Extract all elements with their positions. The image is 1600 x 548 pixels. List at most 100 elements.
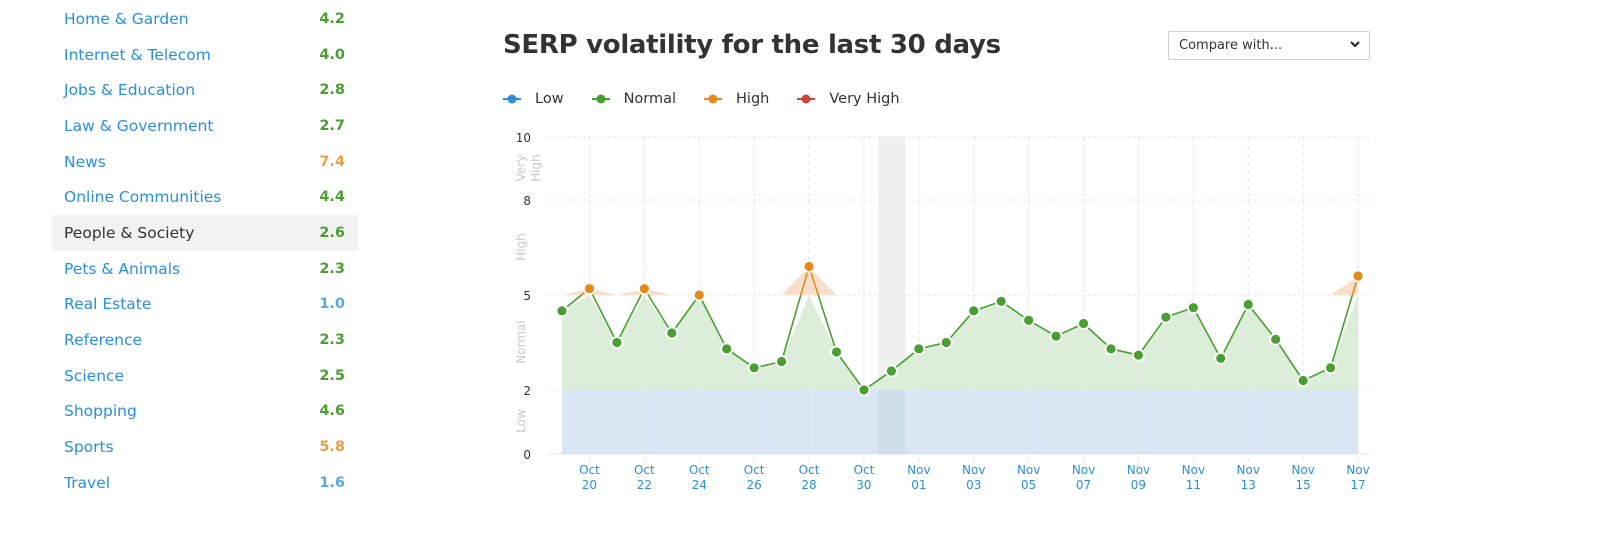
data-point: [747, 361, 761, 375]
series-segment: [918, 341, 947, 350]
legend-item[interactable]: High: [704, 91, 769, 107]
category-name[interactable]: Sports: [64, 438, 114, 456]
category-name[interactable]: Real Estate: [64, 295, 151, 313]
category-name[interactable]: Reference: [64, 331, 142, 349]
series-segment: [753, 360, 782, 369]
x-tick-label: Oct: [689, 463, 710, 477]
series-segment: [945, 310, 975, 344]
data-point: [720, 342, 734, 356]
category-item[interactable]: Reference 2.3: [52, 322, 358, 358]
data-point: [1159, 310, 1173, 324]
data-point: [1269, 332, 1283, 346]
category-score: 2.6: [319, 224, 345, 241]
chart-title: SERP volatility for the last 30 days: [503, 30, 1001, 60]
data-point: [1241, 298, 1255, 311]
category-name[interactable]: News: [64, 153, 106, 171]
category-item[interactable]: News 7.4: [52, 144, 358, 180]
series-segment: [808, 266, 819, 296]
data-point: [610, 336, 624, 349]
category-list: Home & Garden 4.2 Internet & Telecom 4.0 Job…: [52, 1, 358, 501]
compare-with-dropdown[interactable]: Compare with...: [1168, 31, 1370, 60]
category-item[interactable]: Sports 5.8: [52, 429, 358, 465]
category-score: 4.4: [319, 189, 345, 206]
category-name[interactable]: Shopping: [64, 402, 137, 420]
x-tick-label: Oct: [744, 463, 765, 477]
category-name[interactable]: Online Communities: [64, 188, 221, 206]
category-item[interactable]: Pets & Animals 2.3: [52, 251, 358, 287]
legend-item[interactable]: Normal: [591, 91, 676, 107]
category-score: 2.5: [319, 367, 345, 384]
category-item[interactable]: Home & Garden 4.2: [52, 1, 358, 37]
category-name[interactable]: People & Society: [64, 224, 194, 242]
x-tick-label: Nov: [1237, 463, 1260, 477]
data-point: [939, 336, 953, 349]
category-name[interactable]: Pets & Animals: [64, 260, 180, 278]
category-name[interactable]: Home & Garden: [64, 10, 189, 28]
y-tick-label: 10: [516, 131, 531, 145]
category-name[interactable]: Jobs & Education: [64, 81, 195, 99]
series-segment: [671, 294, 700, 334]
hover-column-low: [878, 390, 906, 454]
band-label: Low: [514, 409, 528, 433]
category-score: 7.4: [319, 153, 345, 170]
category-name[interactable]: Law & Government: [64, 117, 213, 135]
series-segment: [1275, 338, 1304, 381]
category-item[interactable]: Law & Government 2.7: [52, 108, 358, 144]
category-score: 1.0: [319, 296, 345, 313]
data-point: [885, 364, 898, 378]
category-item[interactable]: Internet & Telecom 4.0: [52, 37, 358, 73]
compare-with-label: Compare with...: [1179, 38, 1283, 53]
x-tick-label: Oct: [799, 463, 820, 477]
series-segment: [1351, 275, 1359, 296]
category-name[interactable]: Science: [64, 367, 124, 385]
data-point: [912, 342, 926, 356]
hover-column: [878, 137, 906, 454]
series-segment: [1165, 306, 1194, 318]
x-tick-label: Oct: [634, 463, 655, 477]
x-tick-label: 07: [1076, 478, 1091, 492]
data-point: [967, 304, 981, 318]
series-segment: [588, 288, 594, 296]
series-segment: [643, 288, 649, 296]
series-segment: [1220, 304, 1249, 359]
series-segment: [780, 294, 802, 362]
x-tick-label: 22: [637, 478, 652, 492]
series-segment: [973, 300, 1002, 312]
legend-item[interactable]: Low: [503, 91, 564, 107]
x-tick-label: 30: [856, 478, 871, 492]
x-tick-label: Oct: [854, 463, 875, 477]
data-point: [1022, 313, 1036, 327]
category-score: 4.2: [319, 10, 345, 27]
data-point: [1214, 351, 1228, 365]
band-label: Normal: [514, 320, 528, 363]
series-segment: [581, 288, 590, 296]
category-name[interactable]: Internet & Telecom: [64, 46, 211, 64]
x-tick-label: 24: [692, 478, 707, 492]
series-segment: [1247, 304, 1277, 340]
x-tick-label: 11: [1186, 478, 1201, 492]
data-point: [1077, 317, 1090, 330]
y-tick-label: 0: [523, 448, 531, 462]
legend-marker-icon: [797, 94, 816, 104]
x-tick-label: 13: [1241, 478, 1256, 492]
category-item[interactable]: Science 2.5: [52, 358, 358, 394]
category-item[interactable]: Travel 1.6: [52, 465, 358, 501]
x-tick-label: 26: [747, 478, 762, 492]
category-item[interactable]: Jobs & Education 2.8: [52, 72, 358, 108]
category-item[interactable]: Shopping 4.6: [52, 394, 358, 430]
category-item[interactable]: Real Estate 1.0: [52, 287, 358, 323]
series-segment: [1000, 300, 1030, 321]
series-segment: [890, 348, 920, 372]
x-tick-label: 01: [911, 478, 926, 492]
x-tick-label: Nov: [1017, 463, 1040, 477]
legend-item[interactable]: Very High: [797, 91, 900, 107]
x-tick-label: 09: [1131, 478, 1146, 492]
series-segment: [647, 294, 673, 334]
series-segment: [817, 294, 838, 353]
high-area: [562, 266, 1359, 295]
category-item[interactable]: Online Communities 4.4: [52, 179, 358, 215]
category-item[interactable]: People & Society 2.6: [52, 215, 358, 251]
category-score: 2.3: [319, 260, 345, 277]
category-name[interactable]: Travel: [64, 474, 110, 492]
x-tick-label: Nov: [1291, 463, 1314, 477]
